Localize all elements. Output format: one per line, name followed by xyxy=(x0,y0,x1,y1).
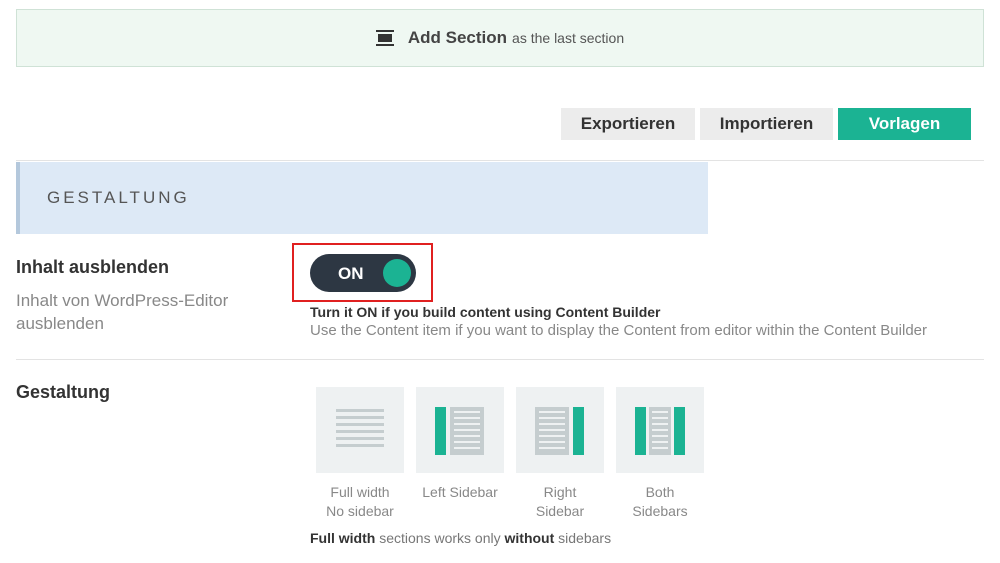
templates-button[interactable]: Vorlagen xyxy=(838,108,971,140)
layout-option-left-sidebar[interactable]: Left Sidebar xyxy=(416,387,504,502)
divider xyxy=(16,359,984,360)
full-width-layout-icon xyxy=(316,387,404,473)
left-sidebar-layout-icon xyxy=(416,387,504,473)
right-sidebar-layout-icon xyxy=(516,387,604,473)
section-heading-text: GESTALTUNG xyxy=(47,188,190,207)
section-icon xyxy=(375,30,394,46)
toggle-knob xyxy=(383,259,411,287)
toggle-state-label: ON xyxy=(338,264,364,283)
layout-option-right-sidebar[interactable]: Right Sidebar xyxy=(516,387,604,521)
add-section-button[interactable]: Add Section as the last section xyxy=(16,9,984,67)
layout-option-label: Sidebar xyxy=(535,503,585,519)
hide-content-hint: Use the Content item if you want to disp… xyxy=(310,322,927,339)
layout-option-label: Left Sidebar xyxy=(422,484,498,500)
note-bold: Full width xyxy=(310,530,376,546)
layout-option-full-width[interactable]: Full width No sidebar xyxy=(316,387,404,521)
section-heading: GESTALTUNG xyxy=(16,162,708,234)
layout-title: Gestaltung xyxy=(16,382,111,402)
layout-option-label: Sidebars xyxy=(632,503,688,519)
layout-option-label: Both xyxy=(645,484,675,500)
both-sidebars-layout-icon xyxy=(616,387,704,473)
layout-option-label: Full width xyxy=(330,484,390,500)
layout-option-label: Right xyxy=(543,484,577,500)
note-text: sidebars xyxy=(554,530,612,546)
page: Add Section as the last section Exportie… xyxy=(0,0,1000,563)
export-button[interactable]: Exportieren xyxy=(561,108,695,140)
note-bold: without xyxy=(504,530,555,546)
layout-option-label: No sidebar xyxy=(326,503,394,519)
note-text: sections works only xyxy=(375,530,505,546)
hide-content-hint-bold: Turn it ON if you build content using Co… xyxy=(310,304,661,320)
add-section-hint: as the last section xyxy=(512,30,625,46)
divider xyxy=(16,160,984,161)
hide-content-description: Inhalt von WordPress-Editor ausblenden xyxy=(16,291,229,333)
import-button[interactable]: Importieren xyxy=(700,108,833,140)
add-section-label: Add Section xyxy=(407,28,508,47)
layout-option-both-sidebars[interactable]: Both Sidebars xyxy=(616,387,704,521)
hide-content-title: Inhalt ausblenden xyxy=(16,257,170,277)
hide-content-toggle[interactable]: ON xyxy=(310,254,416,292)
layout-note: Full width sections works only without s… xyxy=(310,530,611,546)
